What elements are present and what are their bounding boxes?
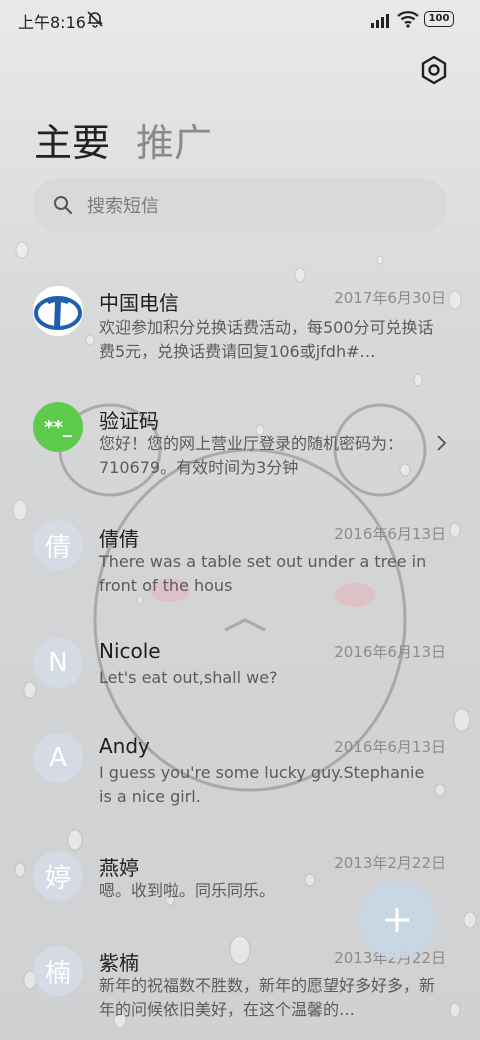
conversation-row[interactable]: N Nicole 2016年6月13日 Let's eat out,shall … bbox=[0, 624, 480, 714]
conversation-name: Nicole bbox=[99, 639, 161, 663]
conversation-name: 验证码 bbox=[99, 409, 159, 433]
telecom-logo-avatar bbox=[33, 286, 83, 336]
chevron-right-icon[interactable] bbox=[436, 434, 448, 452]
wifi-icon bbox=[397, 11, 419, 28]
conversation-row[interactable]: **_ 验证码 您好！您的网上营业厅登录的随机密码为：710679。有效时间为3… bbox=[0, 388, 480, 498]
status-bar: 上午8:16 100 bbox=[0, 0, 480, 40]
conversation-name: Andy bbox=[99, 734, 150, 758]
tab-promotion[interactable]: 推广 bbox=[136, 112, 212, 167]
conversation-preview: 新年的祝福数不胜数，新年的愿望好多好多，新年的问候依旧美好，在这个温馨的… bbox=[99, 976, 435, 1019]
battery-indicator: 100 bbox=[424, 11, 454, 27]
status-time: 上午8:16 bbox=[18, 13, 86, 32]
contact-avatar: 婷 bbox=[33, 851, 83, 901]
conversation-row[interactable]: 中国电信 2017年6月30日 欢迎参加积分兑换话费活动，每500分可兑换话费5… bbox=[0, 270, 480, 380]
conversation-row[interactable]: A Andy 2016年6月13日 I guess you're some lu… bbox=[0, 719, 480, 829]
telecom-logo-icon bbox=[33, 286, 83, 336]
verification-avatar: **_ bbox=[33, 402, 83, 452]
mute-icon bbox=[87, 11, 103, 28]
conversation-date: 2013年2月22日 bbox=[334, 854, 446, 872]
conversation-name: 中国电信 bbox=[99, 291, 179, 315]
conversation-preview: Let's eat out,shall we? bbox=[99, 668, 278, 687]
conversation-preview: There was a table set out under a tree i… bbox=[99, 552, 427, 595]
contact-avatar: N bbox=[33, 638, 83, 688]
settings-hexagon-icon[interactable] bbox=[418, 54, 450, 86]
conversation-name: 紫楠 bbox=[99, 951, 139, 975]
conversation-date: 2016年6月13日 bbox=[334, 738, 446, 756]
conversation-preview: I guess you're some lucky guy.Stephanie … bbox=[99, 763, 425, 806]
tab-main[interactable]: 主要 bbox=[34, 112, 110, 167]
contact-avatar: 倩 bbox=[33, 520, 83, 570]
search-bar[interactable] bbox=[33, 178, 447, 232]
conversation-date: 2016年6月13日 bbox=[334, 643, 446, 661]
plus-icon bbox=[385, 908, 409, 932]
signal-icon bbox=[371, 14, 389, 28]
conversation-name: 燕婷 bbox=[99, 856, 139, 880]
conversation-preview: 您好！您的网上营业厅登录的随机密码为：710679。有效时间为3分钟 bbox=[99, 434, 404, 477]
contact-avatar: A bbox=[33, 733, 83, 783]
new-message-button[interactable] bbox=[359, 882, 435, 958]
conversation-preview: 欢迎参加积分兑换话费活动，每500分可兑换话费5元，兑换话费请回复106或jfd… bbox=[99, 318, 434, 361]
contact-avatar: 楠 bbox=[33, 946, 83, 996]
conversation-name: 倩倩 bbox=[99, 527, 139, 551]
search-icon bbox=[54, 196, 73, 215]
conversation-row[interactable]: 倩 倩倩 2016年6月13日 There was a table set ou… bbox=[0, 506, 480, 616]
conversation-date: 2016年6月13日 bbox=[334, 525, 446, 543]
conversation-date: 2017年6月30日 bbox=[334, 289, 446, 307]
search-input[interactable] bbox=[85, 192, 419, 220]
